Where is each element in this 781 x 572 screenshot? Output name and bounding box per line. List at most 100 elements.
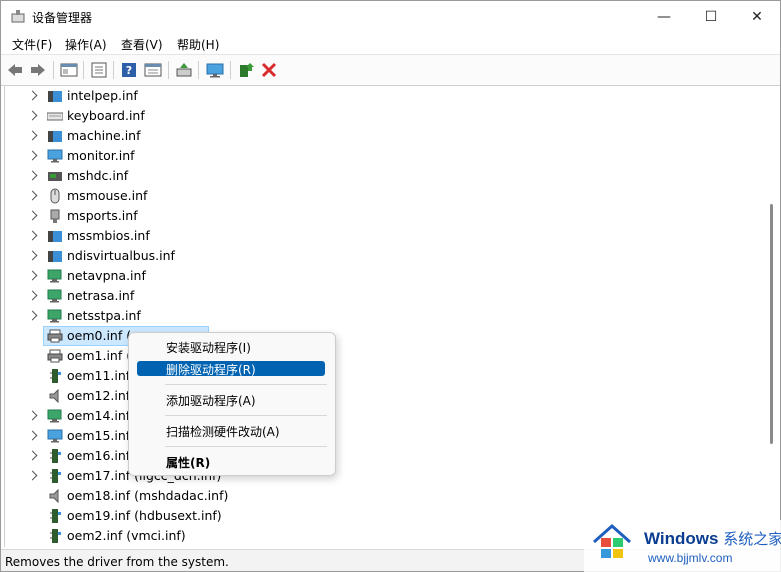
menu-separator bbox=[165, 415, 327, 416]
menu-help[interactable]: 帮助(H) bbox=[177, 36, 219, 53]
menu-separator bbox=[165, 384, 327, 385]
menu-scan-hardware[interactable]: 扫描检测硬件改动(A) bbox=[137, 423, 325, 439]
scan-hardware-button[interactable] bbox=[205, 60, 225, 80]
tree-item[interactable]: netrasa.inf bbox=[5, 286, 745, 306]
toolbar-separator bbox=[53, 61, 54, 79]
properties-button[interactable] bbox=[89, 60, 109, 80]
driver-tree[interactable]: intelpep.inf keyboard.inf machine.inf monit… bbox=[4, 86, 765, 547]
tree-item[interactable]: oem17.inf (iigcc_dch.inf) bbox=[5, 466, 745, 486]
tree-item-label: mssmbios.inf bbox=[67, 228, 150, 243]
device-view-icon bbox=[60, 63, 78, 77]
network-icon bbox=[47, 289, 62, 303]
enable-device-icon bbox=[240, 63, 254, 77]
chevron-right-icon[interactable] bbox=[27, 410, 38, 421]
tree-item[interactable]: msmouse.inf bbox=[5, 186, 745, 206]
menu-view[interactable]: 查看(V) bbox=[121, 36, 163, 53]
forward-button[interactable] bbox=[28, 60, 48, 80]
system-folder-icon bbox=[48, 251, 62, 262]
menu-delete-driver-label: 删除驱动程序(R) bbox=[166, 363, 256, 377]
tree-item[interactable]: oem14.inf bbox=[5, 406, 745, 426]
tree-item-label: mshdc.inf bbox=[67, 168, 129, 183]
tree-item[interactable]: oem1.inf (p bbox=[5, 346, 745, 366]
tree-item[interactable]: monitor.inf bbox=[5, 146, 745, 166]
chevron-right-icon[interactable] bbox=[27, 270, 38, 281]
toolbar: ? bbox=[1, 54, 780, 86]
menu-delete-driver[interactable]: 删除驱动程序(R) bbox=[137, 361, 325, 377]
device-manager-window: 设备管理器 — ☐ ✕ 文件(F) 操作(A) 查看(V) 帮助(H) ? in… bbox=[0, 0, 781, 572]
tree-item[interactable]: ndisvirtualbus.inf bbox=[5, 246, 745, 266]
tree-item[interactable]: oem0.inf (p bbox=[5, 326, 745, 346]
vertical-scrollbar[interactable] bbox=[764, 86, 780, 547]
help-icon: ? bbox=[122, 63, 136, 77]
svg-text:?: ? bbox=[126, 64, 132, 77]
maximize-button[interactable]: ☐ bbox=[688, 1, 734, 32]
close-button[interactable]: ✕ bbox=[734, 1, 780, 32]
chevron-right-icon[interactable] bbox=[27, 230, 38, 241]
menu-scan-hardware-label: 扫描检测硬件改动(A) bbox=[166, 425, 280, 439]
chevron-right-icon[interactable] bbox=[27, 130, 38, 141]
tree-item[interactable]: oem11.inf bbox=[5, 366, 745, 386]
tree-item-label: machine.inf bbox=[67, 128, 141, 143]
uninstall-button[interactable] bbox=[259, 60, 279, 80]
help-button[interactable]: ? bbox=[119, 60, 139, 80]
tree-item-label: monitor.inf bbox=[67, 148, 135, 163]
device-tree-button[interactable] bbox=[143, 60, 163, 80]
tree-item[interactable]: mssmbios.inf bbox=[5, 226, 745, 246]
bus-controller-icon bbox=[50, 469, 61, 483]
tree-item[interactable]: machine.inf bbox=[5, 126, 745, 146]
chevron-right-icon[interactable] bbox=[27, 450, 38, 461]
chevron-right-icon[interactable] bbox=[27, 90, 38, 101]
tree-item[interactable]: oem18.inf (mshdadac.inf) bbox=[5, 486, 745, 506]
tree-item[interactable]: intelpep.inf bbox=[5, 86, 745, 106]
toolbar-separator bbox=[230, 61, 231, 79]
window-title: 设备管理器 bbox=[32, 11, 93, 25]
tree-item-label: netrasa.inf bbox=[67, 288, 135, 303]
tree-item-label: msports.inf bbox=[67, 208, 138, 223]
close-icon: ✕ bbox=[751, 8, 763, 25]
menu-file[interactable]: 文件(F) bbox=[12, 36, 52, 53]
tree-item-label: ndisvirtualbus.inf bbox=[67, 248, 175, 263]
minimize-button[interactable]: — bbox=[641, 1, 687, 32]
bus-controller-icon bbox=[50, 529, 61, 543]
tree-item[interactable]: mshdc.inf bbox=[5, 166, 745, 186]
tree-item[interactable]: msports.inf bbox=[5, 206, 745, 226]
chevron-right-icon[interactable] bbox=[27, 190, 38, 201]
menu-bar: 文件(F) 操作(A) 查看(V) 帮助(H) bbox=[1, 32, 780, 54]
chevron-right-icon[interactable] bbox=[27, 170, 38, 181]
chevron-right-icon[interactable] bbox=[27, 310, 38, 321]
device-view-button[interactable] bbox=[59, 60, 79, 80]
back-button[interactable] bbox=[5, 60, 25, 80]
chevron-right-icon[interactable] bbox=[27, 430, 38, 441]
chevron-right-icon[interactable] bbox=[27, 290, 38, 301]
scrollbar-thumb[interactable] bbox=[770, 204, 773, 444]
chevron-right-icon[interactable] bbox=[27, 110, 38, 121]
tree-item[interactable]: netsstpa.inf bbox=[5, 306, 745, 326]
tree-item-label: msmouse.inf bbox=[67, 188, 148, 203]
chevron-right-icon[interactable] bbox=[27, 250, 38, 261]
bus-controller-icon bbox=[50, 509, 61, 523]
tree-item[interactable]: oem12.inf bbox=[5, 386, 745, 406]
chevron-right-icon[interactable] bbox=[27, 150, 38, 161]
port-icon bbox=[50, 209, 60, 223]
menu-properties[interactable]: 属性(R) bbox=[137, 454, 325, 470]
tree-item-label: netsstpa.inf bbox=[67, 308, 141, 323]
menu-install-driver[interactable]: 安装驱动程序(I) bbox=[137, 339, 325, 355]
forward-arrow-icon bbox=[31, 64, 45, 76]
tree-item[interactable]: oem16.inf bbox=[5, 446, 745, 466]
context-menu: 安装驱动程序(I) 删除驱动程序(R) 添加驱动程序(A) 扫描检测硬件改动(A… bbox=[128, 332, 336, 476]
printer-icon bbox=[47, 349, 63, 363]
menu-action[interactable]: 操作(A) bbox=[65, 36, 107, 53]
tree-item-label: oem11.inf bbox=[67, 368, 131, 383]
monitor-icon bbox=[47, 149, 63, 163]
tree-item[interactable]: netavpna.inf bbox=[5, 266, 745, 286]
update-driver-button[interactable] bbox=[174, 60, 194, 80]
enable-device-button[interactable] bbox=[236, 60, 256, 80]
tree-item[interactable]: keyboard.inf bbox=[5, 106, 745, 126]
tree-item[interactable]: oem15.inf bbox=[5, 426, 745, 446]
watermark-brand-en: Windows bbox=[644, 529, 719, 548]
toolbar-separator bbox=[198, 61, 199, 79]
network-icon bbox=[47, 309, 62, 323]
menu-add-driver[interactable]: 添加驱动程序(A) bbox=[137, 392, 325, 408]
chevron-right-icon[interactable] bbox=[27, 210, 38, 221]
chevron-right-icon[interactable] bbox=[27, 470, 38, 481]
